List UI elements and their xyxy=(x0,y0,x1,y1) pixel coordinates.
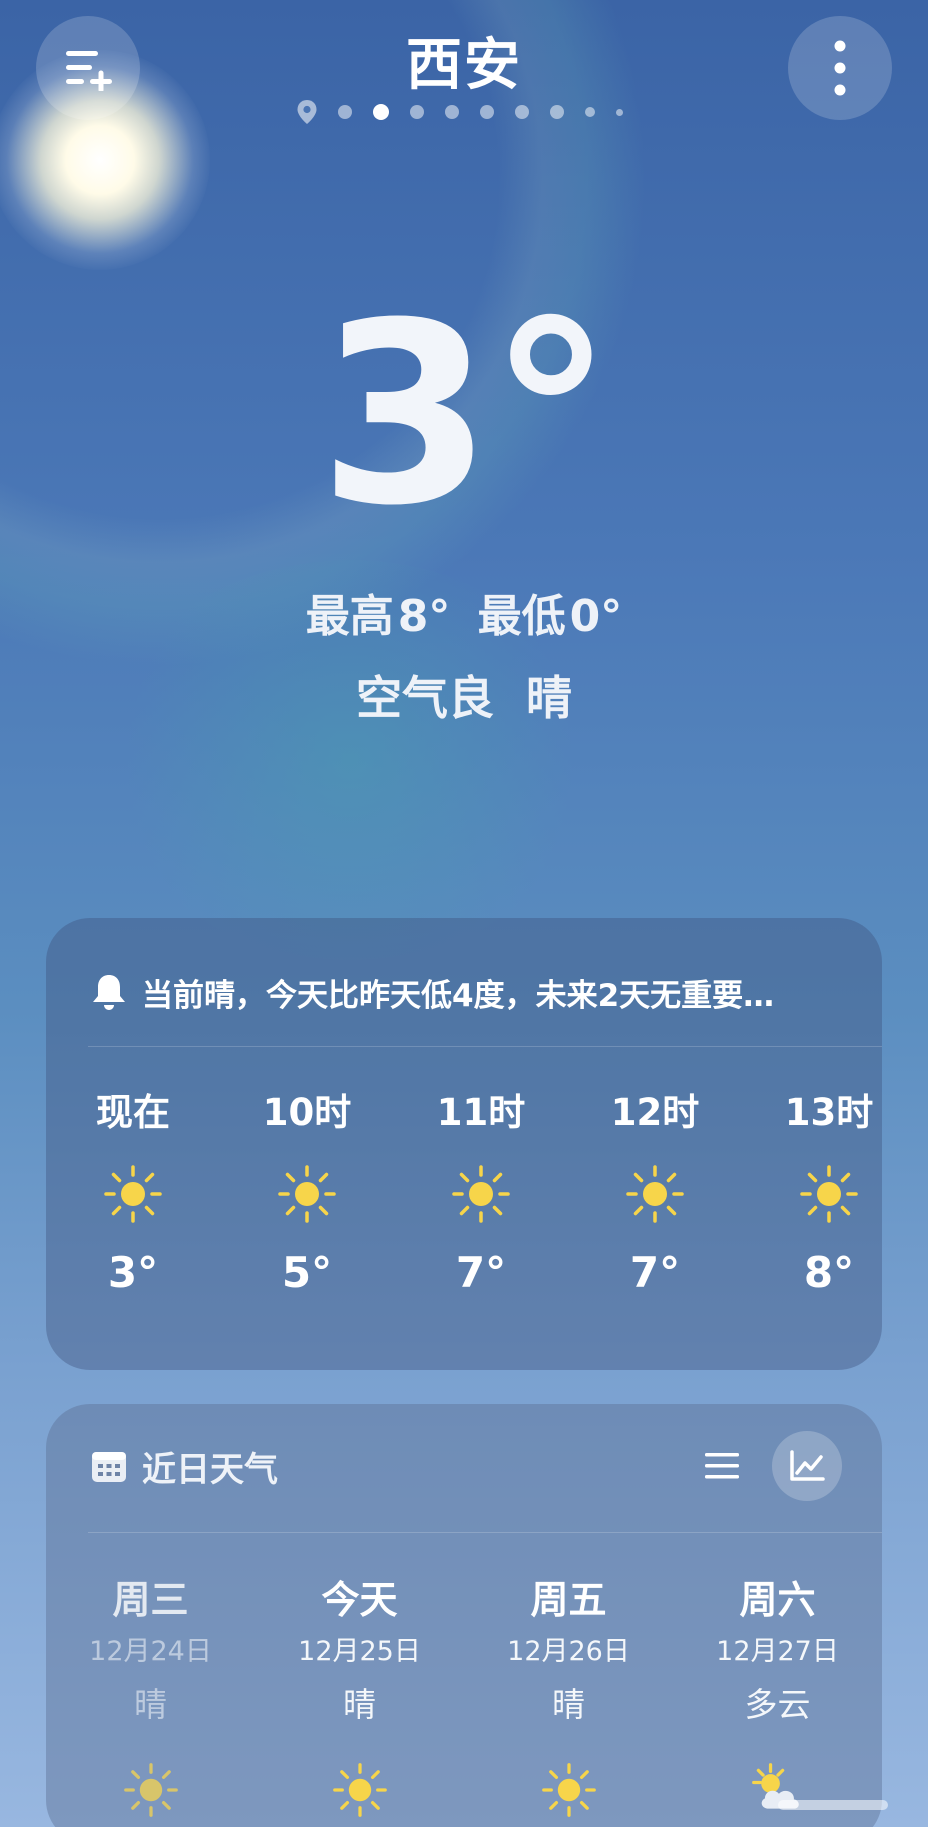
more-options-button[interactable] xyxy=(788,16,892,120)
page-dot xyxy=(550,105,564,119)
low-label: 最低 xyxy=(477,591,566,642)
hour-label: 11时 xyxy=(436,1091,526,1134)
hour-item: 13时 8° xyxy=(742,1088,882,1297)
day-item: 今天 12月25日 晴 xyxy=(255,1574,464,1820)
hourly-list[interactable]: 现在 3° 10时 5° 11时 7° 12时 7° 13时 8° xyxy=(46,1088,882,1297)
list-view-icon xyxy=(705,1453,739,1479)
sun-icon xyxy=(220,1164,394,1224)
page-dot xyxy=(445,105,459,119)
hour-label: 12时 xyxy=(610,1091,700,1134)
air-quality-condition[interactable]: 空气良 晴 xyxy=(0,662,928,728)
hour-temp: 5° xyxy=(281,1248,333,1297)
sun-icon xyxy=(394,1164,568,1224)
hour-temp: 8° xyxy=(803,1248,855,1297)
hour-item: 10时 5° xyxy=(220,1088,394,1297)
weather-screen: 西安 3° 最高8° 最低0° 空气良 晴 当前晴，今天比昨天低4度，未来2天无… xyxy=(0,0,928,1827)
location-pin-icon xyxy=(297,100,317,124)
line-chart-icon xyxy=(790,1450,825,1481)
page-indicator[interactable] xyxy=(296,100,623,124)
calendar-icon xyxy=(92,1452,126,1482)
day-condition: 晴 xyxy=(343,1685,376,1724)
hour-label: 10时 xyxy=(262,1091,352,1134)
day-condition: 晴 xyxy=(552,1685,585,1724)
partly-cloudy-icon xyxy=(673,1760,882,1820)
page-dot-active xyxy=(373,104,389,120)
hour-label: 13时 xyxy=(784,1091,874,1134)
day-name: 今天 xyxy=(321,1578,398,1622)
page-dot xyxy=(585,107,595,117)
day-item: 周六 12月27日 多云 xyxy=(673,1574,882,1820)
hourly-forecast-card[interactable]: 当前晴，今天比昨天低4度，未来2天无重要… 现在 3° 10时 5° 11时 7… xyxy=(46,918,882,1370)
hour-temp: 7° xyxy=(629,1248,681,1297)
day-item: 周三 12月24日 晴 xyxy=(46,1574,255,1820)
hour-item: 11时 7° xyxy=(394,1088,568,1297)
chart-view-button[interactable] xyxy=(772,1431,842,1501)
daily-list[interactable]: 周三 12月24日 晴 今天 12月25日 晴 周五 12月26日 晴 周六 1… xyxy=(46,1574,882,1820)
air-quality: 空气良 xyxy=(355,671,494,725)
daily-forecast-card[interactable]: 近日天气 周三 12月24日 晴 今天 12月25日 晴 周五 12月26日 晴… xyxy=(46,1404,882,1827)
sun-icon xyxy=(46,1164,220,1224)
day-name: 周六 xyxy=(739,1578,816,1622)
weather-alert[interactable]: 当前晴，今天比昨天低4度，未来2天无重要… xyxy=(90,962,774,1022)
hour-item: 12时 7° xyxy=(568,1088,742,1297)
day-item: 周五 12月26日 晴 xyxy=(464,1574,673,1820)
sun-icon xyxy=(464,1760,673,1820)
sun-icon xyxy=(46,1760,255,1820)
high-value: 8° xyxy=(397,591,451,642)
vertical-dots-icon xyxy=(834,40,846,96)
day-condition: 晴 xyxy=(134,1685,167,1724)
sun-icon xyxy=(568,1164,742,1224)
day-name: 周三 xyxy=(112,1578,189,1622)
hour-label: 现在 xyxy=(96,1091,170,1134)
bell-icon xyxy=(93,975,125,1010)
daily-card-title: 近日天气 xyxy=(142,1449,278,1490)
day-date: 12月27日 xyxy=(716,1636,839,1667)
day-condition: 多云 xyxy=(744,1685,811,1724)
card-divider xyxy=(88,1532,882,1533)
current-temperature: 3° xyxy=(318,269,614,560)
hour-temp: 3° xyxy=(107,1248,159,1297)
hour-temp: 7° xyxy=(455,1248,507,1297)
page-dot xyxy=(410,105,424,119)
high-label: 最高 xyxy=(305,591,394,642)
high-low-temperature: 最高8° 最低0° xyxy=(0,580,928,644)
day-name: 周五 xyxy=(530,1578,607,1622)
list-view-button[interactable] xyxy=(692,1436,752,1496)
page-dot xyxy=(338,105,352,119)
low-value: 0° xyxy=(569,591,623,642)
day-date: 12月26日 xyxy=(507,1636,630,1667)
page-dot xyxy=(616,108,623,116)
hour-item: 现在 3° xyxy=(46,1088,220,1297)
daily-card-header: 近日天气 xyxy=(90,1430,842,1502)
alert-text: 当前晴，今天比昨天低4度，未来2天无重要… xyxy=(142,977,775,1014)
page-dot xyxy=(515,105,529,119)
day-date: 12月24日 xyxy=(89,1636,212,1667)
day-date: 12月25日 xyxy=(298,1636,421,1667)
current-condition: 晴 xyxy=(526,671,572,725)
card-divider xyxy=(88,1046,882,1047)
page-dot xyxy=(480,105,494,119)
sun-icon xyxy=(255,1760,464,1820)
gesture-bar xyxy=(778,1800,888,1810)
sun-icon xyxy=(742,1164,882,1224)
